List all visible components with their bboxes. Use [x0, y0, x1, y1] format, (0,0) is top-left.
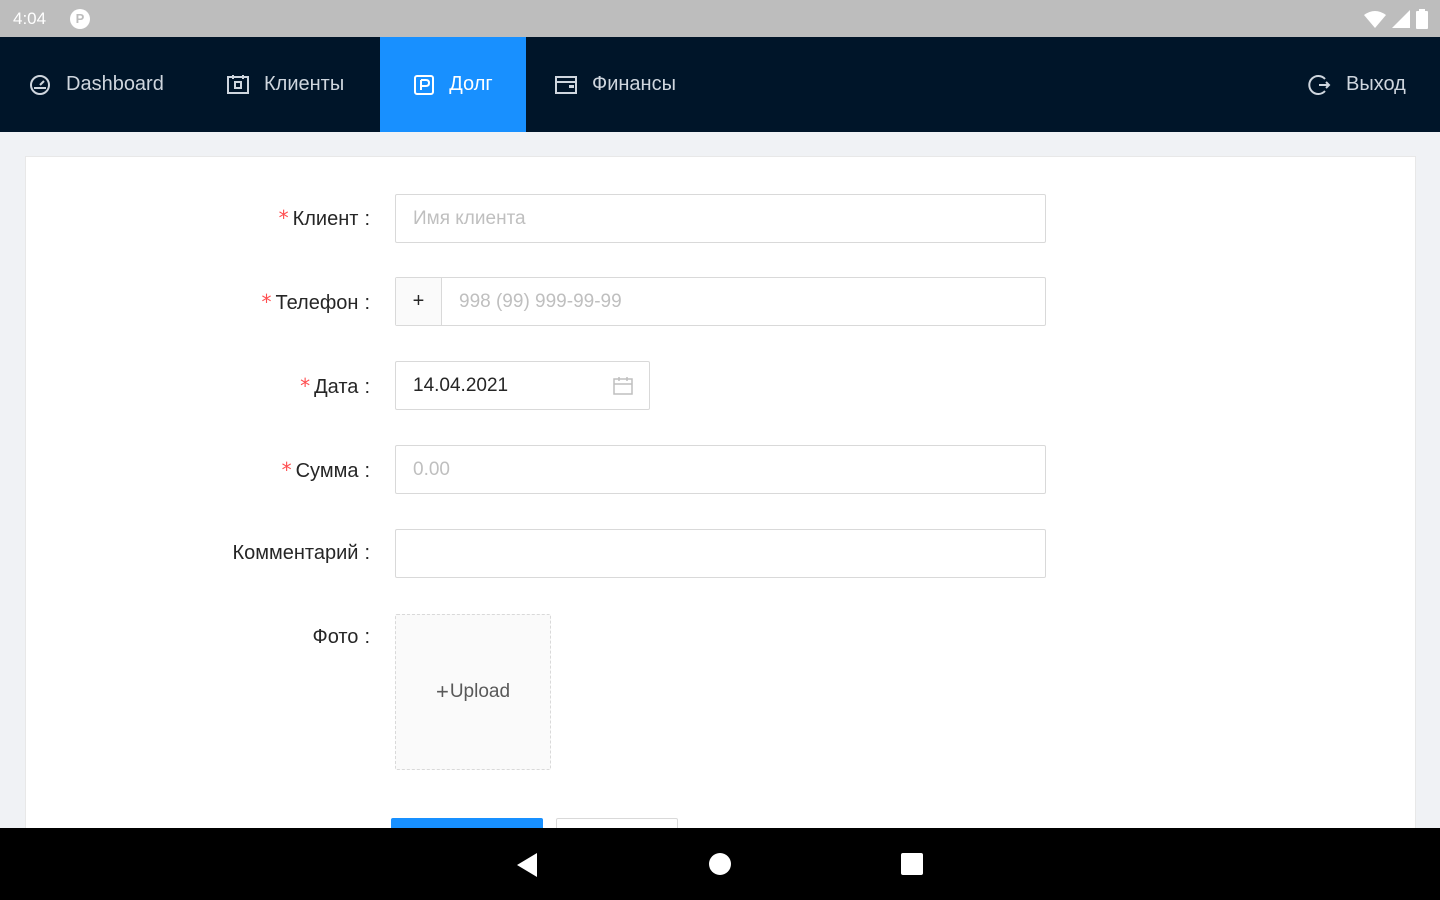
nav-item-clients[interactable]: Клиенты [226, 37, 344, 132]
photo-label: Фото: [312, 626, 370, 648]
amount-placeholder: 0.00 [413, 458, 450, 480]
nav-item-dashboard[interactable]: Dashboard [28, 37, 164, 132]
wallet-icon [555, 75, 577, 94]
upload-label: Upload [449, 681, 511, 702]
comment-input[interactable] [395, 529, 1046, 578]
required-mark: * [261, 290, 272, 314]
required-mark: * [300, 374, 311, 398]
date-picker[interactable]: 14.04.2021 [395, 361, 650, 410]
top-navigation: Dashboard Клиенты Долг Финансы Выход [0, 37, 1440, 132]
phone-input[interactable]: 998 (99) 999-99-99 [442, 278, 1045, 325]
android-navigation-bar [0, 828, 1440, 900]
client-input[interactable]: Имя клиента [395, 194, 1046, 243]
comment-label: Комментарий: [232, 542, 370, 564]
nav-item-label: Финансы [592, 73, 676, 95]
status-indicators [1364, 8, 1428, 30]
calendar-contacts-icon [227, 74, 249, 94]
back-icon[interactable] [515, 852, 539, 878]
calendar-icon [613, 377, 633, 395]
client-label: * Клиент: [278, 206, 370, 230]
nav-item-finance[interactable]: Финансы [554, 37, 676, 132]
wifi-icon [1364, 11, 1386, 28]
photo-upload-button[interactable]: + Upload [395, 614, 551, 770]
plus-icon: + [435, 679, 449, 704]
status-time: 4:04 [13, 9, 47, 28]
client-placeholder: Имя клиента [413, 207, 526, 229]
phone-placeholder: 998 (99) 999-99-99 [459, 290, 622, 312]
dashboard-icon [30, 74, 50, 95]
nav-item-label: Долг [449, 73, 493, 95]
amount-label: * Сумма: [281, 458, 370, 482]
logout-button[interactable]: Выход [1308, 37, 1406, 132]
status-app-icon: P [70, 9, 90, 29]
logout-icon [1308, 74, 1331, 95]
logout-label: Выход [1346, 73, 1406, 95]
nav-item-label: Клиенты [264, 73, 345, 95]
debt-icon [414, 74, 435, 95]
phone-field: + 998 (99) 999-99-99 [395, 277, 1046, 326]
date-label: * Дата: [300, 374, 370, 398]
phone-label: * Телефон: [261, 290, 370, 314]
signal-icon [1392, 10, 1410, 28]
nav-item-debt[interactable]: Долг [380, 37, 526, 132]
android-status-bar: 4:04 P [0, 0, 1440, 37]
date-value: 14.04.2021 [413, 374, 509, 396]
battery-icon [1416, 9, 1428, 29]
nav-item-label: Dashboard [66, 73, 164, 95]
debt-form-card [25, 156, 1416, 856]
recents-icon[interactable] [900, 852, 924, 876]
phone-prefix: + [396, 278, 442, 325]
amount-input[interactable]: 0.00 [395, 445, 1046, 494]
home-icon[interactable] [708, 852, 732, 876]
required-mark: * [278, 206, 289, 230]
required-mark: * [281, 458, 292, 482]
